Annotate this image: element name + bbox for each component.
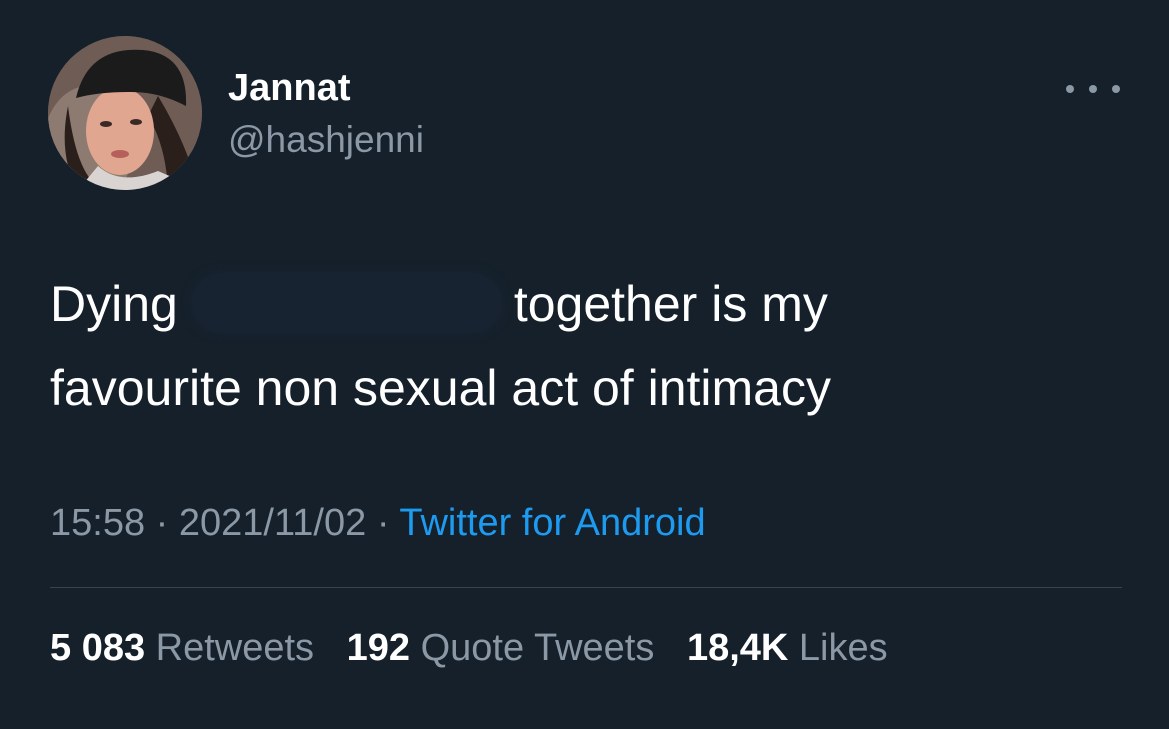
meta-separator: · xyxy=(376,502,390,544)
divider xyxy=(50,587,1122,588)
retweets-count: 5 083 xyxy=(50,627,146,669)
quote-tweets-stat[interactable]: 192 Quote Tweets xyxy=(347,627,655,669)
more-horizontal-icon-dot xyxy=(1089,85,1097,93)
tweet-stats: 5 083 Retweets 192 Quote Tweets 18,4K Li… xyxy=(50,622,910,674)
display-name[interactable]: Jannat xyxy=(228,66,350,110)
more-horizontal-icon xyxy=(1066,85,1074,93)
retweets-label: Retweets xyxy=(155,627,315,669)
user-handle[interactable]: @hashjenni xyxy=(228,118,424,162)
meta-separator: · xyxy=(155,502,169,544)
timestamp-time[interactable]: 15:58 xyxy=(50,502,145,544)
tweet-text-line-2: favourite non sexual act of intimacy xyxy=(50,360,831,416)
redacted-region xyxy=(191,273,502,333)
tweet-text-line-1: Dying together is my xyxy=(50,262,1140,346)
likes-count: 18,4K xyxy=(686,627,789,669)
likes-label: Likes xyxy=(798,627,888,669)
tweet-text-start: Dying xyxy=(50,276,178,332)
avatar[interactable] xyxy=(48,36,202,190)
tweet-detail: Jannat @hashjenni Dying together is my fa… xyxy=(0,0,1169,729)
tweet-text: Dying together is my favourite non sexual… xyxy=(50,262,1140,430)
likes-stat[interactable]: 18,4K Likes xyxy=(687,627,888,669)
more-options-button[interactable] xyxy=(1066,72,1120,106)
timestamp-date[interactable]: 2021/11/02 xyxy=(179,502,366,544)
quote-tweets-label: Quote Tweets xyxy=(420,627,655,669)
quote-tweets-count: 192 xyxy=(346,627,411,669)
tweet-metadata: 15:58 · 2021/11/02 · Twitter for Android xyxy=(50,498,706,548)
tweet-text-end: together is my xyxy=(513,276,828,332)
source-link[interactable]: Twitter for Android xyxy=(399,502,705,544)
retweets-stat[interactable]: 5 083 Retweets xyxy=(50,627,314,669)
more-horizontal-icon-dot xyxy=(1112,85,1120,93)
